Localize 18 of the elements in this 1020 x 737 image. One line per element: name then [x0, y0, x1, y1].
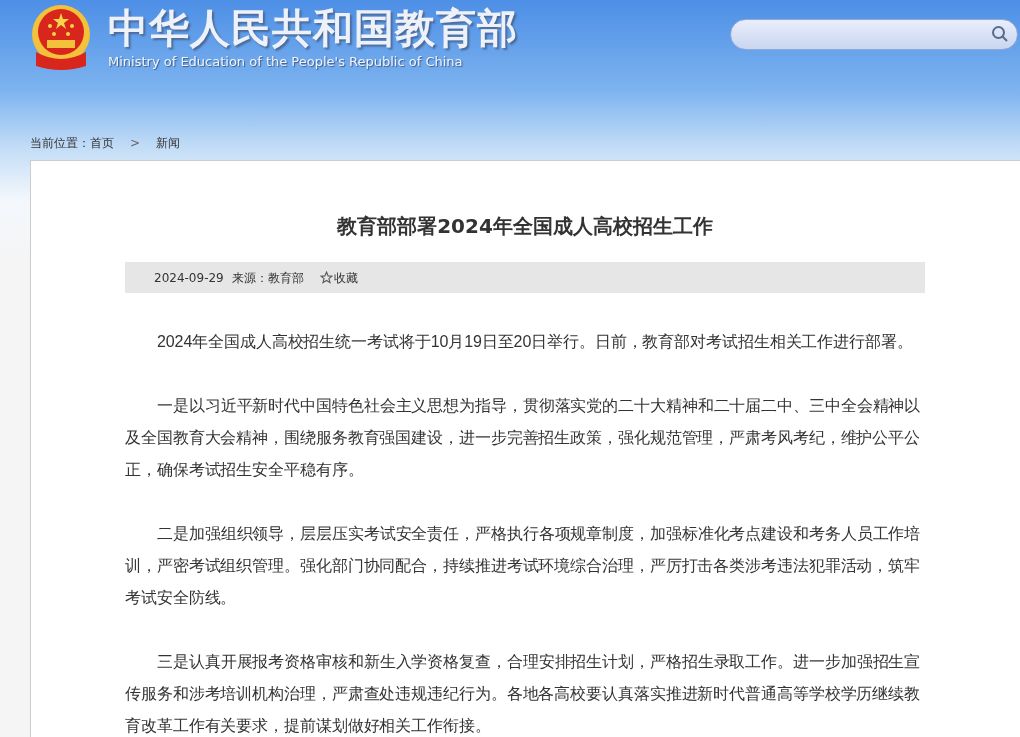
- site-subtitle: Ministry of Education of the People's Republic of China: [108, 53, 464, 71]
- article-title: 教育部部署2024年全国成人高校招生工作: [336, 213, 714, 240]
- search-icon: [991, 25, 1009, 43]
- breadcrumb-link[interactable]: 首页: [90, 133, 114, 152]
- breadcrumb-separator: >: [130, 134, 141, 152]
- favorite-link[interactable]: 收藏: [319, 268, 358, 287]
- article-source: 来源：教育部: [231, 269, 304, 287]
- breadcrumb-label: 当前位置：: [30, 134, 90, 152]
- breadcrumb-link[interactable]: 新闻: [156, 133, 181, 152]
- search-field[interactable]: [730, 19, 1018, 50]
- article-paragraph: 2024年全国成人高校招生统一考试将于10月19日至20日举行。日前，教育部对考试招生相关工作进行部署。: [156, 332, 914, 352]
- star-icon: [319, 271, 333, 284]
- site-title: 中华人民共和国教育部: [108, 4, 518, 52]
- article-paragraph: 三是认真开展报考资格审核和新生入学资格复查，合理安排招生计划，严格招生录取工作。进一步加强招生宣传服务和涉考培训机构治理，严肃查处违规违纪行为。各地各高校要认真落实推进新时代普通高等学校学历继续教育改革工作有关要求，提前谋划做好相关工作衔接。: [125, 652, 922, 736]
- article-paragraph: 二是加强组织领导，层层压实考试安全责任，严格执行各项规章制度，加强标准化考点建设和考务人员工作培训，严密考试组织管理。强化部门协同配合，持续推进考试环境综合治理，严厉打击各类涉考违法犯罪活动，筑牢考试安全防线。: [125, 524, 922, 608]
- article-paragraph: 一是以习近平新时代中国特色社会主义思想为指导，贯彻落实党的二十大精神和二十届二中、三中全会精神以及全国教育大会精神，围绕服务教育强国建设，进一步完善招生政策，强化规范管理，严肃考风考纪，维护公平公正，确保考试招生安全平稳有序。: [125, 396, 922, 480]
- publish-date: 2024-09-29: [154, 269, 224, 287]
- emblem-icon: [30, 4, 92, 70]
